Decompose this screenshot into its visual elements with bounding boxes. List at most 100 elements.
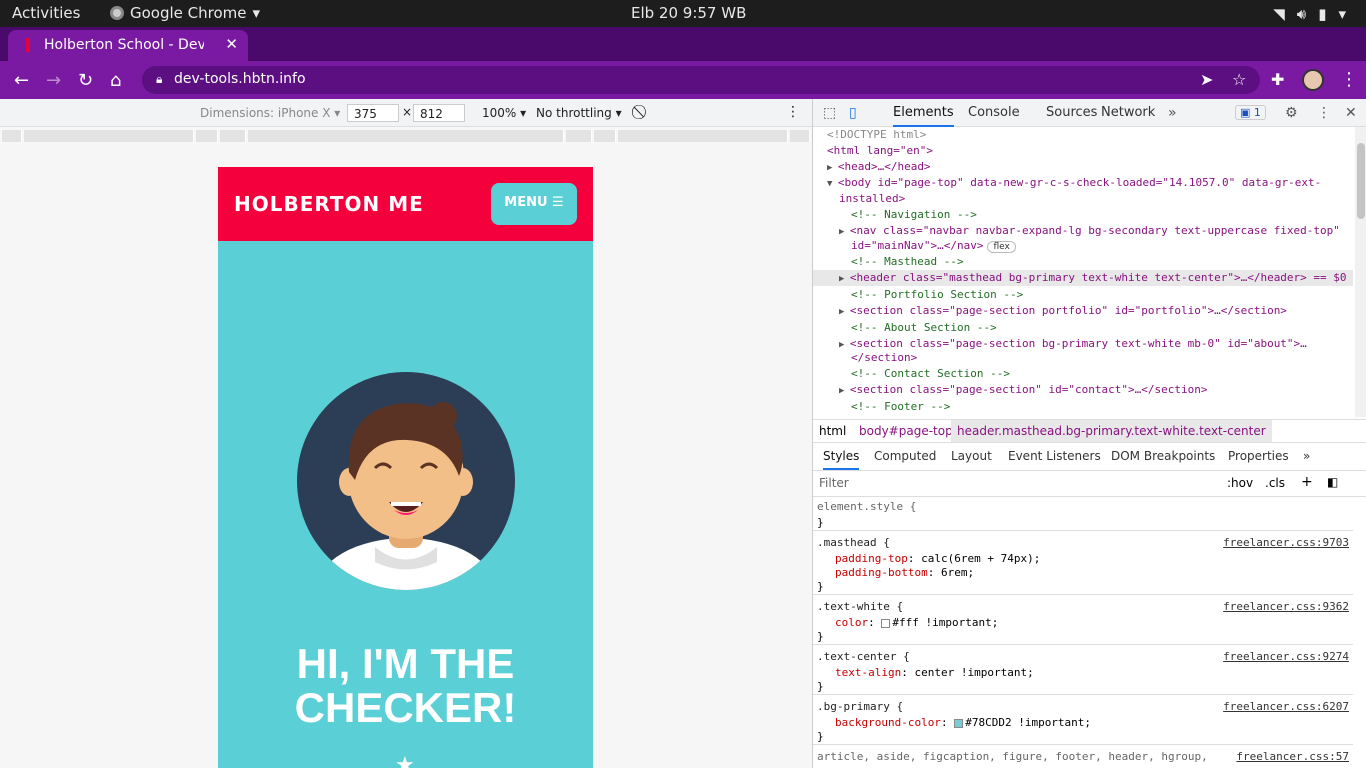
css-source-link[interactable]: freelancer.css:9274 <box>1223 649 1349 665</box>
tab-styles[interactable]: Styles <box>823 449 860 470</box>
breadcrumb-html[interactable]: html <box>819 420 846 442</box>
dom-node-line[interactable]: <!-- Footer --> <box>851 399 950 415</box>
height-input[interactable]: 812 <box>413 104 465 122</box>
css-selector[interactable]: article, aside, figcaption, figure, foot… <box>817 749 1208 765</box>
tab-network[interactable]: Network <box>1101 105 1155 120</box>
width-input[interactable]: 375 <box>347 104 399 122</box>
expand-caret-icon[interactable]: ▶ <box>827 163 838 173</box>
styles-pane[interactable]: element.style {} .masthead { freelancer.cs… <box>813 497 1366 768</box>
dom-node-line[interactable]: <!-- Portfolio Section --> <box>851 287 1023 303</box>
filter-input[interactable]: Filter <box>819 476 849 490</box>
css-selector[interactable]: element.style { <box>817 499 916 515</box>
dom-node-line[interactable]: <html lang="en"> <box>827 143 933 159</box>
bookmark-star-icon[interactable]: ☆ <box>1232 70 1246 89</box>
device-toggle-icon[interactable]: ▯ <box>849 105 857 121</box>
breadcrumb-body[interactable]: body#page-top <box>859 420 953 442</box>
color-swatch[interactable] <box>881 618 891 628</box>
scroll-thumb[interactable] <box>1357 143 1365 219</box>
ruler-segment[interactable] <box>618 130 788 142</box>
breadcrumb-header[interactable]: header.masthead.bg-primary.text-white.te… <box>951 420 1272 442</box>
ruler-segment[interactable] <box>248 130 564 142</box>
css-declaration[interactable]: text-align: center !important; <box>835 665 1034 681</box>
dom-node-line[interactable]: installed> <box>839 191 905 207</box>
hov-toggle[interactable]: :hov <box>1227 476 1253 490</box>
new-rule-icon[interactable]: + <box>1301 474 1313 490</box>
profile-avatar[interactable] <box>1302 69 1324 91</box>
ruler-segment[interactable] <box>196 130 218 142</box>
activities-button[interactable]: Activities <box>12 4 80 22</box>
tab-elements[interactable]: Elements <box>893 105 954 127</box>
css-rule[interactable]: .text-center { freelancer.css:9274 text-al… <box>813 647 1353 695</box>
send-icon[interactable]: ➤ <box>1200 70 1213 89</box>
css-selector[interactable]: .text-white { <box>817 599 903 615</box>
ruler-segment[interactable] <box>220 130 246 142</box>
tab-console[interactable]: Console <box>968 105 1020 120</box>
reload-icon[interactable]: ↻ <box>78 70 93 91</box>
device-select[interactable]: Dimensions: iPhone X ▾ <box>200 106 340 120</box>
dom-scrollbar[interactable] <box>1355 127 1366 417</box>
css-selector[interactable]: .bg-primary { <box>817 699 903 715</box>
css-rule[interactable]: article, aside, figcaption, figure, foot… <box>813 747 1353 768</box>
css-source-link[interactable]: freelancer.css:9362 <box>1223 599 1349 615</box>
css-declaration[interactable]: color: #fff !important; <box>835 615 998 631</box>
dom-node-line[interactable]: ▼ <body id="page-top" data-new-gr-c-s-ch… <box>827 175 1321 192</box>
dom-node-line[interactable]: ▶ <head>…</head> <box>827 159 931 176</box>
css-source-link[interactable]: freelancer.css:57 <box>1236 749 1349 765</box>
flex-badge[interactable]: flex <box>987 241 1016 253</box>
color-swatch[interactable] <box>954 718 964 728</box>
more-tabs-icon[interactable]: » <box>1168 105 1177 121</box>
expand-caret-icon[interactable]: ▶ <box>839 307 850 317</box>
extensions-icon[interactable]: ✚ <box>1271 70 1284 89</box>
home-icon[interactable]: ⌂ <box>110 70 121 91</box>
dom-tree[interactable]: <!DOCTYPE html> <html lang="en"> ▶ <head>…… <box>813 127 1353 417</box>
close-tab-icon[interactable]: ✕ <box>225 35 238 53</box>
css-declaration[interactable]: background-color: #78CDD2 !important; <box>835 715 1091 731</box>
browser-tab[interactable]: Holberton School - Develc ✕ <box>8 30 248 61</box>
css-source-link[interactable]: freelancer.css:9703 <box>1223 535 1349 551</box>
devtools-menu-icon[interactable]: ⋮ <box>1317 105 1331 121</box>
css-rule[interactable]: .bg-primary { freelancer.css:6207 backgrou… <box>813 697 1353 745</box>
menu-button[interactable]: MENU ☰ <box>491 183 577 225</box>
chrome-menu-icon[interactable]: ⋮ <box>1340 69 1358 90</box>
tab-sources[interactable]: Sources <box>1046 105 1097 120</box>
ruler-segment[interactable] <box>2 130 22 142</box>
tab-computed[interactable]: Computed <box>874 449 936 463</box>
dom-node-line[interactable]: <!-- About Section --> <box>851 320 997 336</box>
css-rule[interactable]: .masthead {freelancer.css:9703 padding-to… <box>813 533 1353 595</box>
system-tray[interactable]: ◥ 🔊︎ ▮ ▾ <box>1273 5 1346 23</box>
expand-caret-icon[interactable]: ▶ <box>839 340 850 350</box>
lock-icon[interactable]: 🔒︎ <box>156 72 162 87</box>
css-selector[interactable]: .masthead { <box>817 535 890 551</box>
tab-properties[interactable]: Properties <box>1228 449 1289 463</box>
expand-caret-icon[interactable]: ▶ <box>839 227 850 237</box>
expand-caret-icon[interactable]: ▼ <box>827 179 838 189</box>
dom-node-line[interactable]: <!DOCTYPE html> <box>827 127 926 143</box>
tab-dom-breakpoints[interactable]: DOM Breakpoints <box>1111 449 1215 463</box>
cls-toggle[interactable]: .cls <box>1265 476 1285 490</box>
ruler-segment[interactable] <box>24 130 194 142</box>
more-options-icon[interactable]: ⋮ <box>786 104 800 120</box>
dom-node-line[interactable]: ▶ <section class="page-section portfolio… <box>839 303 1287 320</box>
css-source-link[interactable]: freelancer.css:6207 <box>1223 699 1349 715</box>
tab-event-listeners[interactable]: Event Listeners <box>1008 449 1101 463</box>
css-rule[interactable]: element.style {} <box>813 497 1353 531</box>
app-menu[interactable]: Google Chrome ▾ <box>110 4 260 22</box>
dom-node-line[interactable]: id="mainNav">…</nav> flex <box>851 238 1016 255</box>
throttling-select[interactable]: No throttling ▾ <box>536 106 622 120</box>
expand-caret-icon[interactable]: ▶ <box>839 386 850 396</box>
tab-layout[interactable]: Layout <box>951 449 992 463</box>
css-selector[interactable]: .text-center { <box>817 649 910 665</box>
ruler-segment[interactable] <box>594 130 616 142</box>
dom-node-line[interactable]: <!-- Masthead --> <box>851 254 964 270</box>
media-query-ruler[interactable] <box>0 127 812 145</box>
back-icon[interactable]: ← <box>14 70 29 91</box>
dom-node-line[interactable]: <!-- Navigation --> <box>851 207 977 223</box>
ruler-segment[interactable] <box>566 130 592 142</box>
clock[interactable]: Elb 20 9:57 WB <box>631 4 746 22</box>
inspect-element-icon[interactable]: ⬚ <box>823 105 836 121</box>
expand-caret-icon[interactable]: ▶ <box>839 274 850 284</box>
css-rule[interactable]: .text-white { freelancer.css:9362 color: #… <box>813 597 1353 645</box>
ruler-segment[interactable] <box>790 130 810 142</box>
issues-badge[interactable]: ▣ 1 <box>1235 105 1266 120</box>
more-tabs-icon[interactable]: » <box>1303 449 1310 463</box>
